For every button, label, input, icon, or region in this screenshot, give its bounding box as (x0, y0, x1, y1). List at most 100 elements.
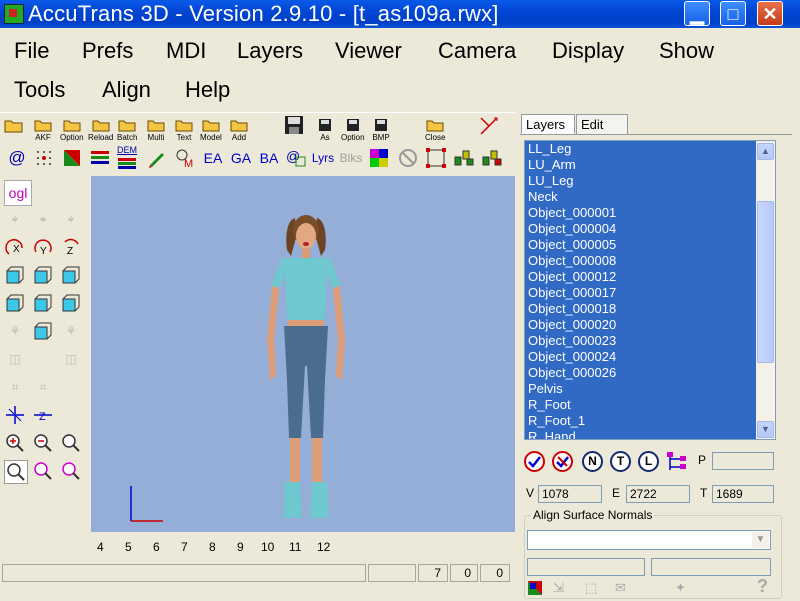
cube-at-button[interactable]: @ (286, 147, 308, 169)
add-button[interactable]: Add (229, 117, 249, 142)
scroll-up-icon[interactable]: ▲ (757, 143, 774, 160)
disabled-arrows-icon[interactable]: ⇲ (553, 580, 575, 596)
list-item[interactable]: Neck (525, 189, 775, 205)
layer-l-button[interactable]: L (638, 451, 659, 472)
layers-list[interactable]: LL_Leg LU_Arm LU_Leg Neck Object_000001 … (524, 140, 776, 440)
list-item[interactable]: Object_000017 (525, 285, 775, 301)
color-squares-button[interactable] (368, 147, 390, 169)
list-item[interactable]: R_Hand (525, 429, 775, 439)
menu-display[interactable]: Display (552, 38, 624, 64)
grid-select-button[interactable] (425, 147, 447, 169)
list-item[interactable]: Object_000018 (525, 301, 775, 317)
ba-button[interactable]: BA (258, 147, 280, 169)
layers-button[interactable]: Lyrs (312, 147, 334, 169)
batch-button[interactable]: Batch (117, 117, 137, 142)
disabled-tool-icon[interactable]: ⚘ (4, 320, 26, 342)
check-w-icon[interactable]: ⌖ (60, 208, 82, 230)
blocks-button[interactable]: Blks (340, 147, 363, 169)
cube-view-button-5[interactable] (32, 292, 54, 314)
ga-button[interactable]: GA (230, 147, 252, 169)
bounding-box-icon[interactable]: ⌖ (4, 208, 26, 230)
menu-mdi[interactable]: MDI (166, 38, 206, 64)
menu-show[interactable]: Show (659, 38, 714, 64)
zoom-window-button[interactable] (4, 460, 28, 484)
ogl-button[interactable]: ogl (4, 180, 32, 206)
lines-button[interactable] (89, 147, 111, 169)
open-button[interactable] (4, 117, 24, 133)
zoom-next-button[interactable] (32, 460, 54, 482)
reload-button[interactable]: Reload (88, 117, 113, 142)
scroll-down-icon[interactable]: ▼ (757, 421, 774, 438)
align-field-right[interactable] (651, 558, 771, 576)
app-icon[interactable] (4, 4, 24, 24)
vertices-field[interactable]: 1078 (538, 485, 602, 503)
select-all-button[interactable] (524, 451, 545, 472)
cube-view-button-6[interactable] (60, 292, 82, 314)
save-button[interactable] (284, 116, 304, 134)
group-button[interactable] (453, 147, 475, 169)
list-item[interactable]: Object_000020 (525, 317, 775, 333)
zoom-prev-button[interactable] (60, 460, 82, 482)
tab-edit[interactable]: Edit (576, 114, 628, 134)
text-button[interactable]: Text (174, 117, 194, 142)
move-z-button[interactable] (4, 404, 26, 426)
minimize-button[interactable]: ▁ (684, 1, 710, 26)
list-item[interactable]: LU_Leg (525, 173, 775, 189)
p-field[interactable] (712, 452, 774, 470)
multi-button[interactable]: Multi (146, 117, 166, 142)
ea-button[interactable]: EA (202, 147, 224, 169)
close-button[interactable]: ✕ (757, 1, 783, 26)
save-option-button[interactable]: Option (341, 117, 365, 142)
list-item[interactable]: R_Foot_1 (525, 413, 775, 429)
ungroup-button[interactable] (481, 147, 503, 169)
triangles-field[interactable]: 1689 (712, 485, 774, 503)
rotate-y-button[interactable]: Y (32, 236, 54, 258)
list-item[interactable]: Object_000026 (525, 365, 775, 381)
viewport-3d[interactable] (91, 176, 515, 532)
list-item[interactable]: Object_000012 (525, 269, 775, 285)
menu-viewer[interactable]: Viewer (335, 38, 402, 64)
cube-view-button-3[interactable] (60, 264, 82, 286)
help-button[interactable]: ? (757, 576, 775, 596)
cube-view-button-2[interactable] (32, 264, 54, 286)
axes-transform-button[interactable] (478, 115, 500, 137)
none-button[interactable]: N (582, 451, 603, 472)
disabled-tool-icon[interactable]: ◫ (60, 348, 82, 370)
toggle-button[interactable]: T (610, 451, 631, 472)
disabled-cube-icon[interactable]: ⬚ (585, 580, 607, 596)
save-bmp-button[interactable]: BMP (371, 117, 391, 142)
menu-layers[interactable]: Layers (237, 38, 303, 64)
layers-scrollbar[interactable]: ▲ ▼ (756, 140, 776, 440)
rotate-z-button[interactable]: Z (60, 236, 82, 258)
disabled-tool-icon[interactable]: ⌗ (4, 376, 26, 398)
close-file-button[interactable]: Close (425, 117, 445, 142)
envelope-icon[interactable]: ✉ (615, 580, 637, 596)
zoom-in-button[interactable] (4, 432, 26, 454)
open-option-button[interactable]: Option (60, 117, 84, 142)
zoom-out-button[interactable] (32, 432, 54, 454)
check-v-icon[interactable]: ⌖ (32, 208, 54, 230)
menu-align[interactable]: Align (102, 77, 151, 103)
maximize-button[interactable]: □ (720, 1, 746, 26)
align-normals-dropdown[interactable]: ▼ (527, 530, 771, 550)
menu-camera[interactable]: Camera (438, 38, 516, 64)
color-triangle-icon[interactable] (527, 580, 547, 596)
at-button[interactable]: @ (6, 147, 28, 169)
menu-tools[interactable]: Tools (14, 77, 65, 103)
list-item[interactable]: LL_Leg (525, 141, 775, 157)
save-as-button[interactable]: As (315, 117, 335, 142)
dem-button[interactable]: DEM (117, 145, 137, 171)
tab-layers[interactable]: Layers (521, 114, 575, 134)
open-akf-button[interactable]: AKF (33, 117, 53, 142)
disabled-tool-icon[interactable]: ⌗ (32, 376, 54, 398)
menu-help[interactable]: Help (185, 77, 230, 103)
disabled-button[interactable] (397, 147, 419, 169)
move-neg-z-button[interactable]: Z (32, 404, 54, 426)
cube-view-button-1[interactable] (4, 264, 26, 286)
hierarchy-button[interactable] (666, 451, 688, 473)
material-button[interactable]: M (174, 147, 196, 169)
rotate-x-button[interactable]: X (4, 236, 26, 258)
star-icon[interactable]: ✦ (675, 580, 697, 596)
model-button[interactable]: Model (200, 117, 222, 142)
points-button[interactable] (33, 147, 55, 169)
